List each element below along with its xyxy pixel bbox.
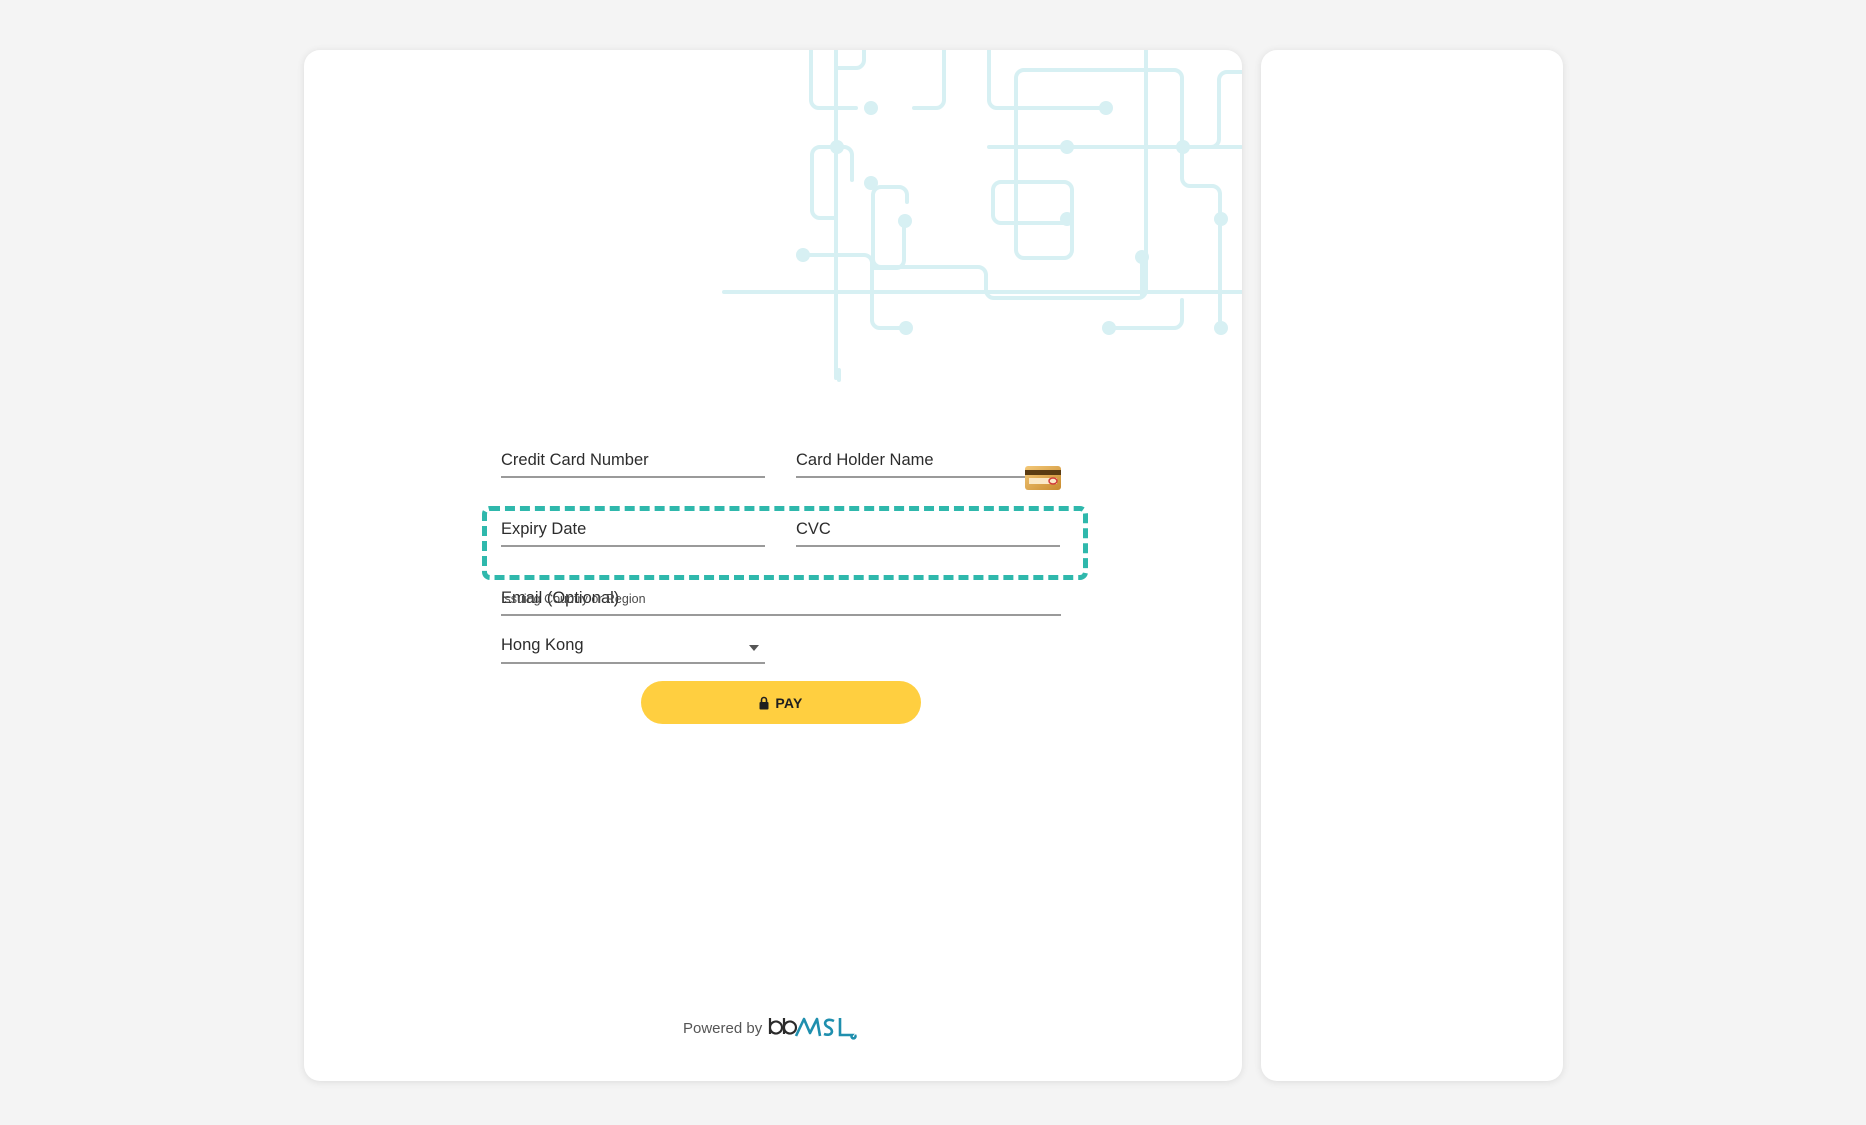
country-value: Hong Kong [501, 636, 584, 654]
card-number-field[interactable]: Credit Card Number [501, 446, 769, 478]
pay-button[interactable]: PAY [641, 681, 921, 724]
circuit-decoration [722, 50, 1242, 382]
country-label: Issuing Country or Region [501, 592, 646, 606]
powered-by-text: Powered by [683, 1019, 763, 1037]
pay-label: PAY [775, 694, 803, 711]
side-panel [1261, 50, 1563, 1081]
card-holder-input[interactable] [796, 446, 1064, 478]
card-back-icon [1025, 466, 1061, 490]
bbmsl-logo [769, 1017, 857, 1040]
card-number-input[interactable] [501, 446, 769, 478]
chevron-down-icon[interactable] [749, 645, 759, 651]
lock-icon [759, 696, 769, 709]
email-highlight-box [482, 506, 1088, 580]
payment-card: Credit Card Number Card Holder Name Expi… [304, 50, 1242, 1081]
powered-by: Powered by [683, 1015, 858, 1041]
card-holder-field[interactable]: Card Holder Name [796, 446, 1064, 478]
